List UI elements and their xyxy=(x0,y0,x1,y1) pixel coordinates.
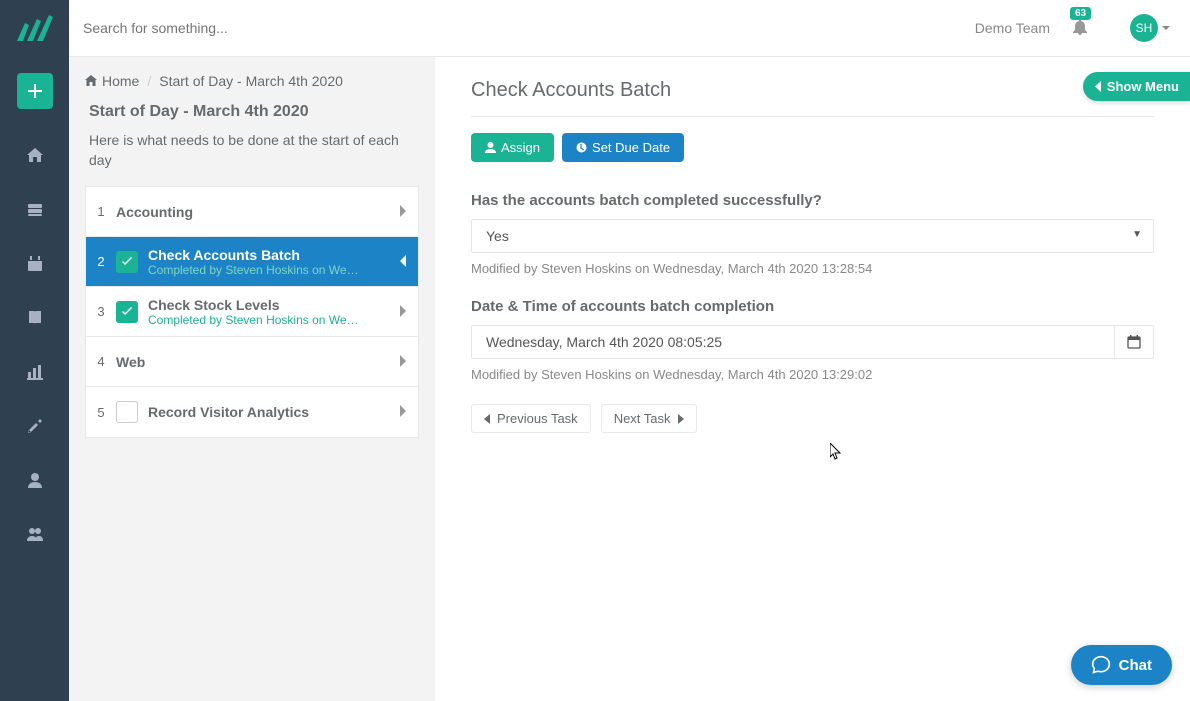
task-section-accounting[interactable]: 1 Accounting xyxy=(86,187,418,237)
previous-task-label: Previous Task xyxy=(497,411,578,426)
home-icon xyxy=(85,75,97,87)
task-record-visitor-analytics[interactable]: 5 Record Visitor Analytics xyxy=(86,387,418,437)
nav-users[interactable] xyxy=(0,507,69,561)
caret-down-icon xyxy=(1162,26,1170,30)
chevron-right-icon xyxy=(677,414,684,424)
panel-title: Start of Day - March 4th 2020 xyxy=(89,103,419,121)
chat-label: Chat xyxy=(1119,657,1152,674)
notif-badge: 63 xyxy=(1070,7,1091,20)
calendar-picker-button[interactable] xyxy=(1115,325,1154,359)
team-label[interactable]: Demo Team xyxy=(975,20,1050,36)
nav-calendar[interactable] xyxy=(0,237,69,291)
breadcrumb: Home / Start of Day - March 4th 2020 xyxy=(85,73,419,89)
nav-server[interactable] xyxy=(0,183,69,237)
task-nav-buttons: Previous Task Next Task xyxy=(471,404,1154,433)
batch-success-meta: Modified by Steven Hoskins on Wednesday,… xyxy=(471,261,1154,276)
task-check-accounts-batch[interactable]: 2 Check Accounts Batch Completed by Stev… xyxy=(86,237,418,287)
next-task-label: Next Task xyxy=(614,411,671,426)
task-number: 1 xyxy=(86,204,116,219)
chevron-right-icon xyxy=(388,204,418,220)
clock-icon xyxy=(576,142,587,153)
batch-success-label: Has the accounts batch completed success… xyxy=(471,192,1154,209)
nav-chart[interactable] xyxy=(0,345,69,399)
form-group-batch-success: Has the accounts batch completed success… xyxy=(471,192,1154,276)
set-due-date-label: Set Due Date xyxy=(592,140,670,155)
task-subtitle: Completed by Steven Hoskins on We… xyxy=(148,313,388,327)
page-title: Check Accounts Batch xyxy=(471,79,1154,117)
previous-task-button[interactable]: Previous Task xyxy=(471,404,591,433)
show-menu-button[interactable]: Show Menu xyxy=(1083,72,1190,101)
task-title: Record Visitor Analytics xyxy=(148,404,388,420)
task-section-web[interactable]: 4 Web xyxy=(86,337,418,387)
show-menu-label: Show Menu xyxy=(1107,79,1179,94)
chat-icon xyxy=(1091,655,1111,675)
avatar: SH xyxy=(1130,14,1158,42)
chevron-left-icon xyxy=(484,414,491,424)
task-check-done xyxy=(116,301,138,323)
action-buttons: Assign Set Due Date xyxy=(471,133,1154,162)
task-panel: Home / Start of Day - March 4th 2020 Sta… xyxy=(69,57,435,701)
nav-settings[interactable] xyxy=(0,399,69,453)
next-task-button[interactable]: Next Task xyxy=(601,404,697,433)
task-title: Check Stock Levels xyxy=(148,297,388,313)
search-input[interactable] xyxy=(83,20,975,36)
main-content: Show Menu Check Accounts Batch Assign Se… xyxy=(435,57,1190,701)
nav-sidebar xyxy=(0,0,69,701)
notifications[interactable]: 63 xyxy=(1072,19,1088,38)
completion-time-label: Date & Time of accounts batch completion xyxy=(471,298,1154,315)
task-number: 3 xyxy=(86,304,116,319)
completion-time-meta: Modified by Steven Hoskins on Wednesday,… xyxy=(471,367,1154,382)
batch-success-select[interactable]: Yes xyxy=(471,219,1154,253)
task-list: 1 Accounting 2 Check Accounts Batch Comp… xyxy=(85,186,419,438)
calendar-icon xyxy=(1127,335,1141,349)
chevron-right-icon xyxy=(388,304,418,320)
nav-book[interactable] xyxy=(0,291,69,345)
set-due-date-button[interactable]: Set Due Date xyxy=(562,133,684,162)
chat-button[interactable]: Chat xyxy=(1071,645,1172,685)
chevron-right-icon xyxy=(388,404,418,420)
breadcrumb-separator: / xyxy=(147,73,151,89)
top-header: Demo Team 63 SH xyxy=(69,0,1190,57)
task-number: 4 xyxy=(86,354,116,369)
assign-button[interactable]: Assign xyxy=(471,133,554,162)
check-icon xyxy=(121,307,133,317)
task-number: 5 xyxy=(86,405,116,420)
completion-time-input[interactable] xyxy=(471,325,1115,359)
panel-description: Here is what needs to be done at the sta… xyxy=(89,131,419,170)
task-subtitle: Completed by Steven Hoskins on We… xyxy=(148,263,388,277)
bell-icon xyxy=(1072,19,1088,35)
breadcrumb-home-label: Home xyxy=(102,73,139,89)
chevron-left-icon xyxy=(388,254,418,270)
user-icon xyxy=(485,142,496,153)
task-title: Web xyxy=(116,354,388,370)
nav-home[interactable] xyxy=(0,129,69,183)
task-title: Check Accounts Batch xyxy=(148,247,388,263)
app-logo[interactable] xyxy=(0,0,69,57)
task-check-done xyxy=(116,251,138,273)
task-check-stock-levels[interactable]: 3 Check Stock Levels Completed by Steven… xyxy=(86,287,418,337)
chevron-right-icon xyxy=(388,354,418,370)
form-group-completion-time: Date & Time of accounts batch completion… xyxy=(471,298,1154,382)
nav-user[interactable] xyxy=(0,453,69,507)
chevron-left-icon xyxy=(1095,81,1102,92)
check-icon xyxy=(121,257,133,267)
task-title: Accounting xyxy=(116,204,388,220)
user-menu[interactable]: SH xyxy=(1130,14,1170,42)
task-number: 2 xyxy=(86,254,116,269)
task-check-empty xyxy=(116,401,138,423)
breadcrumb-current: Start of Day - March 4th 2020 xyxy=(159,73,343,89)
assign-label: Assign xyxy=(501,140,540,155)
breadcrumb-home[interactable]: Home xyxy=(85,73,139,89)
add-button[interactable] xyxy=(17,73,53,109)
